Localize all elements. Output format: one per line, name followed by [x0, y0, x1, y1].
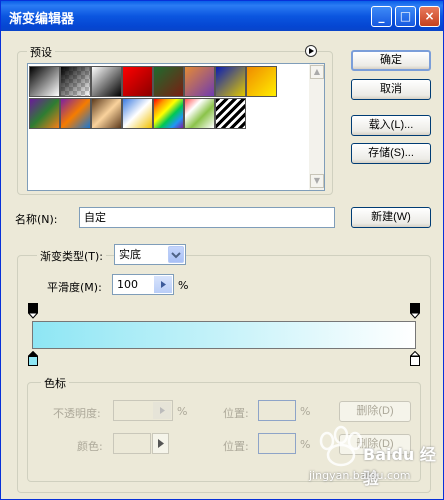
opacity-stop-icon	[27, 303, 39, 319]
maximize-button[interactable]: □	[395, 6, 416, 27]
opacity-stop-icon	[409, 303, 421, 319]
save-button[interactable]: 存储(S)...	[351, 143, 431, 164]
preset-swatch[interactable]	[215, 98, 246, 129]
preset-swatch[interactable]	[29, 66, 60, 97]
opacity-stop-left[interactable]	[27, 303, 39, 319]
color-position-label: 位置:	[223, 440, 249, 453]
preset-swatch[interactable]	[60, 98, 91, 129]
preset-swatch[interactable]	[153, 66, 184, 97]
load-button[interactable]: 载入(L)...	[351, 115, 431, 136]
name-input[interactable]: 自定	[79, 207, 335, 228]
scroll-up-icon[interactable]: ▲	[310, 65, 324, 79]
opacity-position-unit: %	[300, 405, 311, 418]
smoothness-arrow-icon[interactable]	[154, 276, 172, 293]
opacity-input[interactable]	[113, 400, 173, 421]
presets-scrollbar[interactable]: ▲ ▼	[309, 64, 324, 190]
scroll-down-icon[interactable]: ▼	[310, 174, 324, 188]
smoothness-value: 100	[117, 278, 138, 291]
preset-swatch[interactable]	[184, 98, 215, 129]
presets-label: 预设	[27, 44, 55, 60]
watermark-url: jingyan.baidu.com	[309, 469, 411, 482]
title-bar[interactable]: 渐变编辑器 _ □ ×	[1, 1, 443, 31]
opacity-unit: %	[177, 405, 188, 418]
color-swatch[interactable]	[113, 433, 151, 454]
color-stop-right[interactable]	[409, 350, 421, 367]
preset-swatch[interactable]	[60, 66, 91, 97]
smoothness-label: 平滑度(M):	[47, 281, 102, 294]
name-value: 自定	[84, 211, 106, 224]
color-stops-label: 色标	[41, 375, 69, 391]
color-label: 颜色:	[77, 440, 103, 453]
close-button[interactable]: ×	[419, 6, 440, 27]
play-arrow-icon	[309, 48, 314, 54]
preset-swatch[interactable]	[122, 66, 153, 97]
preset-swatch[interactable]	[184, 66, 215, 97]
chevron-down-icon	[168, 246, 184, 263]
opacity-stop-right[interactable]	[409, 303, 421, 319]
gradient-type-select[interactable]: 实底	[114, 244, 186, 265]
color-menu-arrow-icon[interactable]	[152, 433, 169, 454]
preset-swatch[interactable]	[215, 66, 246, 97]
preset-swatch[interactable]	[91, 66, 122, 97]
name-label: 名称(N):	[15, 213, 58, 226]
preset-swatch[interactable]	[91, 98, 122, 129]
opacity-label: 不透明度:	[53, 407, 101, 420]
window-title: 渐变编辑器	[9, 12, 75, 27]
color-stop-left[interactable]	[27, 350, 39, 367]
watermark: Baidu 经验 jingyan.baidu.com	[301, 419, 441, 489]
color-stop-icon	[27, 350, 39, 366]
opacity-position-label: 位置:	[223, 407, 249, 420]
smoothness-unit: %	[178, 279, 189, 292]
gradient-type-value: 实底	[119, 248, 141, 261]
presets-menu-button[interactable]	[305, 45, 317, 57]
preset-swatch[interactable]	[246, 66, 277, 97]
gradient-preview-bar[interactable]	[32, 321, 416, 349]
opacity-position-input[interactable]	[258, 400, 296, 421]
smoothness-input[interactable]: 100	[112, 274, 174, 295]
minimize-button[interactable]: _	[371, 6, 392, 27]
preset-swatch[interactable]	[122, 98, 153, 129]
opacity-arrow-icon	[153, 402, 171, 419]
gradient-editor-window: 渐变编辑器 _ □ × 预设 ▲ ▼ 确定 取消 载入(L)... 存储(S).…	[0, 0, 444, 500]
cancel-button[interactable]: 取消	[351, 79, 431, 100]
close-icon: ×	[424, 9, 435, 23]
ok-button[interactable]: 确定	[351, 50, 431, 71]
minimize-icon: _	[378, 9, 385, 23]
preset-swatch[interactable]	[29, 98, 60, 129]
gradient-type-label: 渐变类型(T):	[37, 248, 107, 264]
maximize-icon: □	[399, 9, 412, 23]
preset-swatch[interactable]	[153, 98, 184, 129]
color-stop-icon	[409, 350, 421, 366]
color-position-input[interactable]	[258, 433, 296, 454]
new-button[interactable]: 新建(W)	[351, 207, 431, 228]
